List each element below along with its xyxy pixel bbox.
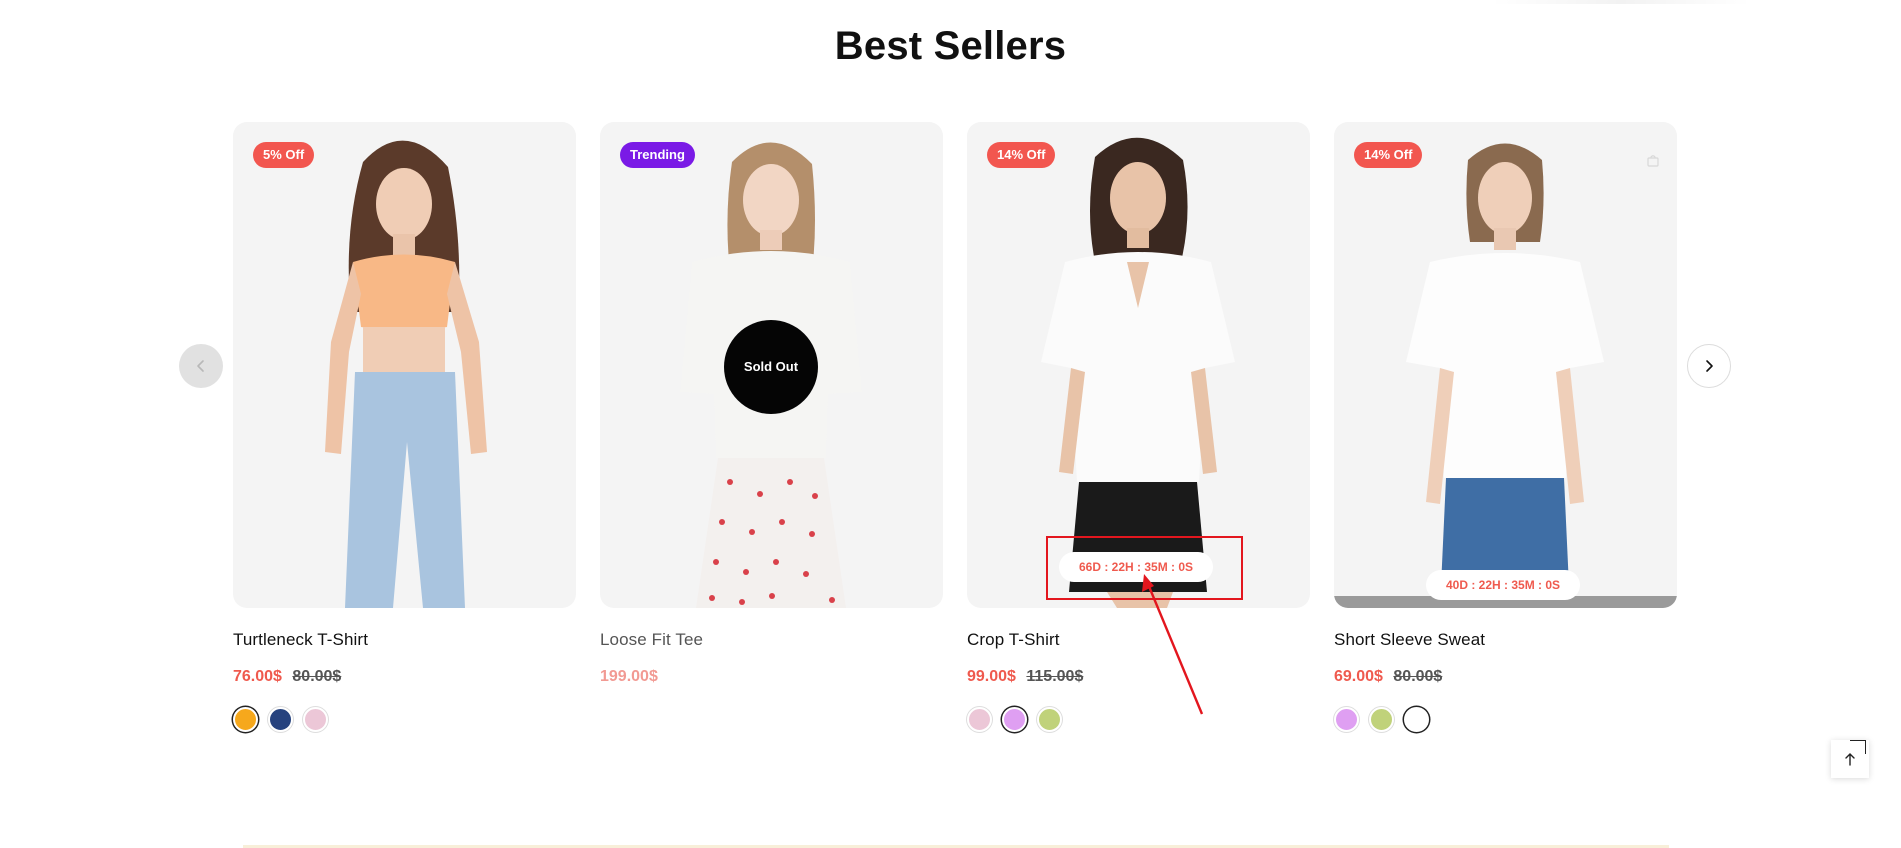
product-image[interactable]: 5% Off bbox=[233, 122, 576, 608]
discount-badge: 14% Off bbox=[987, 142, 1056, 168]
trending-badge: Trending bbox=[620, 142, 695, 168]
product-image[interactable]: Trending Sold Out bbox=[600, 122, 943, 608]
button-corner bbox=[1850, 740, 1866, 754]
scroll-to-top-button[interactable] bbox=[1831, 740, 1869, 778]
product-name[interactable]: Crop T-Shirt bbox=[967, 630, 1310, 650]
bag-icon[interactable] bbox=[1647, 154, 1659, 167]
chevron-left-icon bbox=[197, 360, 204, 372]
discount-badge: 5% Off bbox=[253, 142, 315, 168]
color-swatch-lilac[interactable] bbox=[1334, 706, 1359, 732]
header-shadow bbox=[1491, 0, 1751, 4]
model-photo bbox=[325, 140, 487, 608]
color-swatch-lime[interactable] bbox=[1369, 706, 1394, 732]
carousel-prev-button[interactable] bbox=[179, 344, 223, 388]
product-image[interactable]: 14% Off 40D : 22H : 35M : 0S bbox=[1334, 122, 1677, 608]
product-price: 99.00$ 115.00$ bbox=[967, 668, 1310, 686]
model-photo bbox=[1041, 137, 1235, 608]
chevron-right-icon bbox=[1706, 360, 1713, 372]
product-name[interactable]: Short Sleeve Sweat bbox=[1334, 630, 1677, 650]
original-price: 115.00$ bbox=[1026, 668, 1084, 685]
product-card[interactable]: 5% Off Turtleneck T-Shirt 76.00$ 80.00$ bbox=[233, 122, 576, 734]
product-image[interactable]: 14% Off 66D : 22H : 35M : 0S bbox=[967, 122, 1310, 608]
product-price: 199.00$ bbox=[600, 668, 943, 686]
color-swatches bbox=[233, 704, 576, 734]
sale-countdown-timer: 66D : 22H : 35M : 0S bbox=[1059, 552, 1214, 582]
product-card[interactable]: Trending Sold Out Loose Fit Tee 199.00$ bbox=[600, 122, 943, 686]
color-swatch-lilac[interactable] bbox=[1002, 706, 1027, 732]
sale-countdown-timer: 40D : 22H : 35M : 0S bbox=[1426, 570, 1581, 600]
discount-badge: 14% Off bbox=[1354, 142, 1423, 168]
product-name[interactable]: Turtleneck T-Shirt bbox=[233, 630, 576, 650]
color-swatch-navy[interactable] bbox=[268, 706, 293, 732]
product-price: 69.00$ 80.00$ bbox=[1334, 668, 1677, 686]
product-card[interactable]: 14% Off 66D : 22H : 35M : 0S Crop T-Shir… bbox=[967, 122, 1310, 734]
current-price: 99.00$ bbox=[967, 668, 1016, 685]
current-price: 76.00$ bbox=[233, 668, 282, 685]
current-price: 69.00$ bbox=[1334, 668, 1383, 685]
product-price: 76.00$ 80.00$ bbox=[233, 668, 576, 686]
arrow-up-icon bbox=[1845, 753, 1855, 766]
sold-out-badge: Sold Out bbox=[724, 320, 818, 414]
product-carousel: 5% Off Turtleneck T-Shirt 76.00$ 80.00$ bbox=[233, 122, 1677, 742]
current-price: 199.00$ bbox=[600, 668, 658, 685]
section-title: Best Sellers bbox=[834, 24, 1067, 68]
product-card[interactable]: 14% Off 40D : 22H : 35M : 0S Short Sleev… bbox=[1334, 122, 1677, 734]
model-photo bbox=[1406, 143, 1604, 608]
color-swatch-lime[interactable] bbox=[1037, 706, 1062, 732]
product-name[interactable]: Loose Fit Tee bbox=[600, 630, 943, 650]
carousel-next-button[interactable] bbox=[1687, 344, 1731, 388]
original-price: 80.00$ bbox=[292, 668, 342, 685]
color-swatch-white[interactable] bbox=[1404, 706, 1429, 732]
color-swatch-pink[interactable] bbox=[303, 706, 328, 732]
original-price: 80.00$ bbox=[1393, 668, 1443, 685]
color-swatch-pink[interactable] bbox=[967, 706, 992, 732]
color-swatches bbox=[1334, 704, 1677, 734]
color-swatches bbox=[967, 704, 1310, 734]
color-swatch-orange[interactable] bbox=[233, 706, 258, 732]
